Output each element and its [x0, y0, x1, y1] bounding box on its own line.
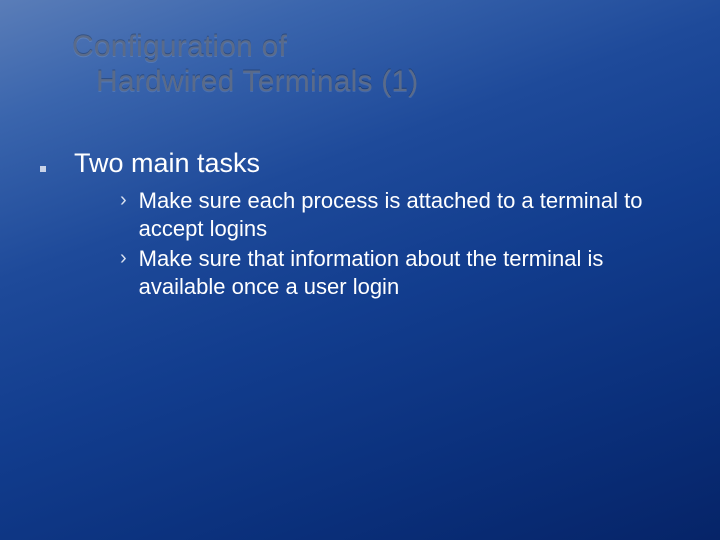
title-line-2: Hardwired Terminals (1) [72, 65, 418, 100]
sub-bullet-item: › Make sure each process is attached to … [120, 187, 680, 243]
bullet-dot-icon [40, 166, 46, 172]
sub-bullet-list: › Make sure each process is attached to … [40, 187, 680, 302]
bullet-item: Two main tasks [40, 148, 680, 179]
bullet-text: Two main tasks [74, 148, 260, 179]
chevron-icon: › [120, 187, 127, 213]
chevron-icon: › [120, 245, 127, 271]
slide-content: Two main tasks › Make sure each process … [40, 148, 680, 304]
slide: Configuration of Hardwired Terminals (1)… [0, 0, 720, 540]
sub-bullet-item: › Make sure that information about the t… [120, 245, 680, 301]
slide-title: Configuration of Hardwired Terminals (1) [72, 30, 418, 99]
sub-bullet-text: Make sure each process is attached to a … [139, 187, 669, 243]
title-line-1: Configuration of [72, 30, 287, 63]
sub-bullet-text: Make sure that information about the ter… [139, 245, 669, 301]
